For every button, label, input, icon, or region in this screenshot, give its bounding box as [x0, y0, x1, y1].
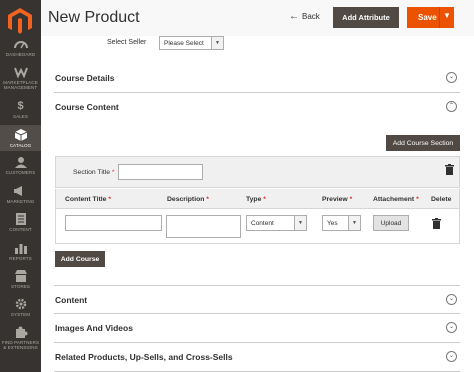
chevron-down-icon[interactable]: ▼: [443, 11, 451, 20]
seller-select[interactable]: Please Select ▼: [159, 36, 224, 50]
section-title-label: Section Title *: [73, 169, 115, 176]
sidebar-item-label: DASHBOARD: [5, 52, 36, 57]
column-header-text: Attachement: [373, 196, 415, 203]
sidebar-item-label: MARKETING: [6, 199, 35, 204]
marketplace-icon: [13, 66, 28, 79]
type-select[interactable]: Content ▼: [246, 215, 307, 231]
chevron-down-icon[interactable]: ⌄: [446, 351, 457, 362]
sidebar-item-marketing[interactable]: MARKETING: [0, 185, 41, 207]
required-mark: *: [108, 196, 111, 203]
arrow-left-icon: ←: [289, 10, 299, 22]
add-course-section-button[interactable]: Add Course Section: [386, 135, 460, 151]
section-title-label-text: Section Title: [73, 169, 111, 176]
page: DASHBOARD MARKETPLACE MANAGEMENT $ SALES…: [0, 0, 474, 372]
description-textarea[interactable]: [166, 215, 241, 238]
sidebar-item-label: FIND PARTNERS & EXTENSIONS: [1, 340, 40, 351]
column-header-description: Description *: [167, 196, 209, 203]
section-title: Course Content: [55, 102, 119, 112]
sidebar-item-stores[interactable]: STORES: [0, 270, 41, 292]
column-header-text: Description: [167, 196, 205, 203]
chevron-down-icon: ▼: [211, 37, 223, 49]
content-title-input[interactable]: [65, 215, 162, 231]
add-attribute-button[interactable]: Add Attribute: [333, 7, 399, 28]
puzzle-icon: [14, 326, 28, 338]
section-content[interactable]: Content ⌄: [54, 285, 460, 314]
sidebar-item-label: CUSTOMERS: [5, 170, 36, 175]
seller-select-value: Please Select: [164, 39, 204, 47]
preview-select-value: Yes: [327, 219, 338, 227]
chevron-down-icon[interactable]: ⌄: [446, 72, 457, 83]
cube-icon: [14, 129, 28, 141]
save-split-divider: [439, 7, 440, 28]
required-mark: *: [416, 196, 419, 203]
sidebar-item-label: STORES: [10, 284, 31, 289]
section-title: Content: [55, 295, 88, 305]
type-select-value: Content: [251, 219, 274, 227]
column-header-text: Type: [246, 196, 262, 203]
chevron-down-icon[interactable]: ⌄: [446, 294, 457, 305]
chevron-down-icon: ▼: [294, 216, 306, 230]
section-images-videos[interactable]: Images And Videos ⌄: [54, 314, 460, 343]
column-header-delete: Delete: [431, 196, 452, 203]
sidebar-item-content[interactable]: CONTENT: [0, 213, 41, 235]
magento-logo-icon[interactable]: [8, 8, 32, 34]
section-title-input[interactable]: [118, 164, 203, 180]
column-header-content-title: Content Title *: [65, 196, 111, 203]
page-title: New Product: [48, 9, 140, 26]
sidebar-item-sales[interactable]: $ SALES: [0, 100, 41, 122]
course-section-box: [55, 156, 460, 188]
chevron-down-icon: ▼: [348, 216, 360, 230]
section-title: Related Products, Up-Sells, and Cross-Se…: [55, 352, 233, 362]
section-course-content[interactable]: Course Content ⌃: [54, 93, 460, 122]
section-title: Images And Videos: [55, 323, 133, 333]
required-mark: *: [111, 169, 115, 176]
dollar-icon: $: [17, 100, 24, 112]
sidebar-item-reports[interactable]: REPORTS: [0, 242, 41, 264]
add-course-button[interactable]: Add Course: [55, 251, 105, 267]
bar-chart-icon: [14, 242, 28, 254]
back-button[interactable]: ← Back: [289, 10, 320, 22]
required-mark: *: [349, 196, 353, 203]
column-header-type: Type *: [246, 196, 266, 203]
sidebar-item-partners[interactable]: FIND PARTNERS & EXTENSIONS: [0, 326, 41, 358]
sidebar-item-catalog[interactable]: CATALOG: [0, 125, 41, 151]
trash-icon[interactable]: [445, 164, 454, 175]
required-mark: *: [206, 196, 209, 203]
save-button[interactable]: Save ▼: [407, 7, 454, 28]
select-seller-label: Select Seller: [107, 39, 147, 46]
column-header-text: Content Title: [65, 196, 107, 203]
gear-icon: [14, 298, 28, 310]
column-header-text: Preview: [322, 196, 348, 203]
save-button-label: Save: [418, 13, 437, 22]
sidebar-item-marketplace[interactable]: MARKETPLACE MANAGEMENT: [0, 66, 41, 96]
preview-select[interactable]: Yes ▼: [322, 215, 361, 231]
sidebar-item-label: SALES: [12, 114, 29, 119]
chevron-down-icon[interactable]: ⌄: [446, 322, 457, 333]
admin-sidebar: DASHBOARD MARKETPLACE MANAGEMENT $ SALES…: [0, 0, 41, 372]
upload-button[interactable]: Upload: [373, 215, 409, 231]
sidebar-item-label: REPORTS: [9, 256, 32, 261]
section-title: Course Details: [55, 73, 115, 83]
column-header-preview: Preview *: [322, 196, 352, 203]
sidebar-item-customers[interactable]: CUSTOMERS: [0, 156, 41, 178]
required-mark: *: [263, 196, 266, 203]
trash-icon[interactable]: [432, 218, 441, 229]
sidebar-item-label: CATALOG: [9, 143, 32, 148]
section-related-products[interactable]: Related Products, Up-Sells, and Cross-Se…: [54, 343, 460, 372]
customers-icon: [14, 156, 28, 168]
back-button-label: Back: [302, 12, 320, 21]
sidebar-item-label: CONTENT: [9, 227, 32, 232]
column-header-attachment: Attachement *: [373, 196, 419, 203]
chevron-up-icon[interactable]: ⌃: [446, 101, 457, 112]
section-course-details[interactable]: Course Details ⌄: [54, 64, 460, 93]
store-icon: [14, 270, 28, 282]
sidebar-item-label: SYSTEM: [10, 312, 31, 317]
megaphone-icon: [13, 185, 28, 197]
sidebar-item-label: MARKETPLACE MANAGEMENT: [3, 80, 38, 91]
sidebar-item-system[interactable]: SYSTEM: [0, 298, 41, 320]
content-icon: [14, 213, 28, 225]
dashboard-icon: [13, 38, 28, 50]
sidebar-item-dashboard[interactable]: DASHBOARD: [0, 38, 41, 62]
